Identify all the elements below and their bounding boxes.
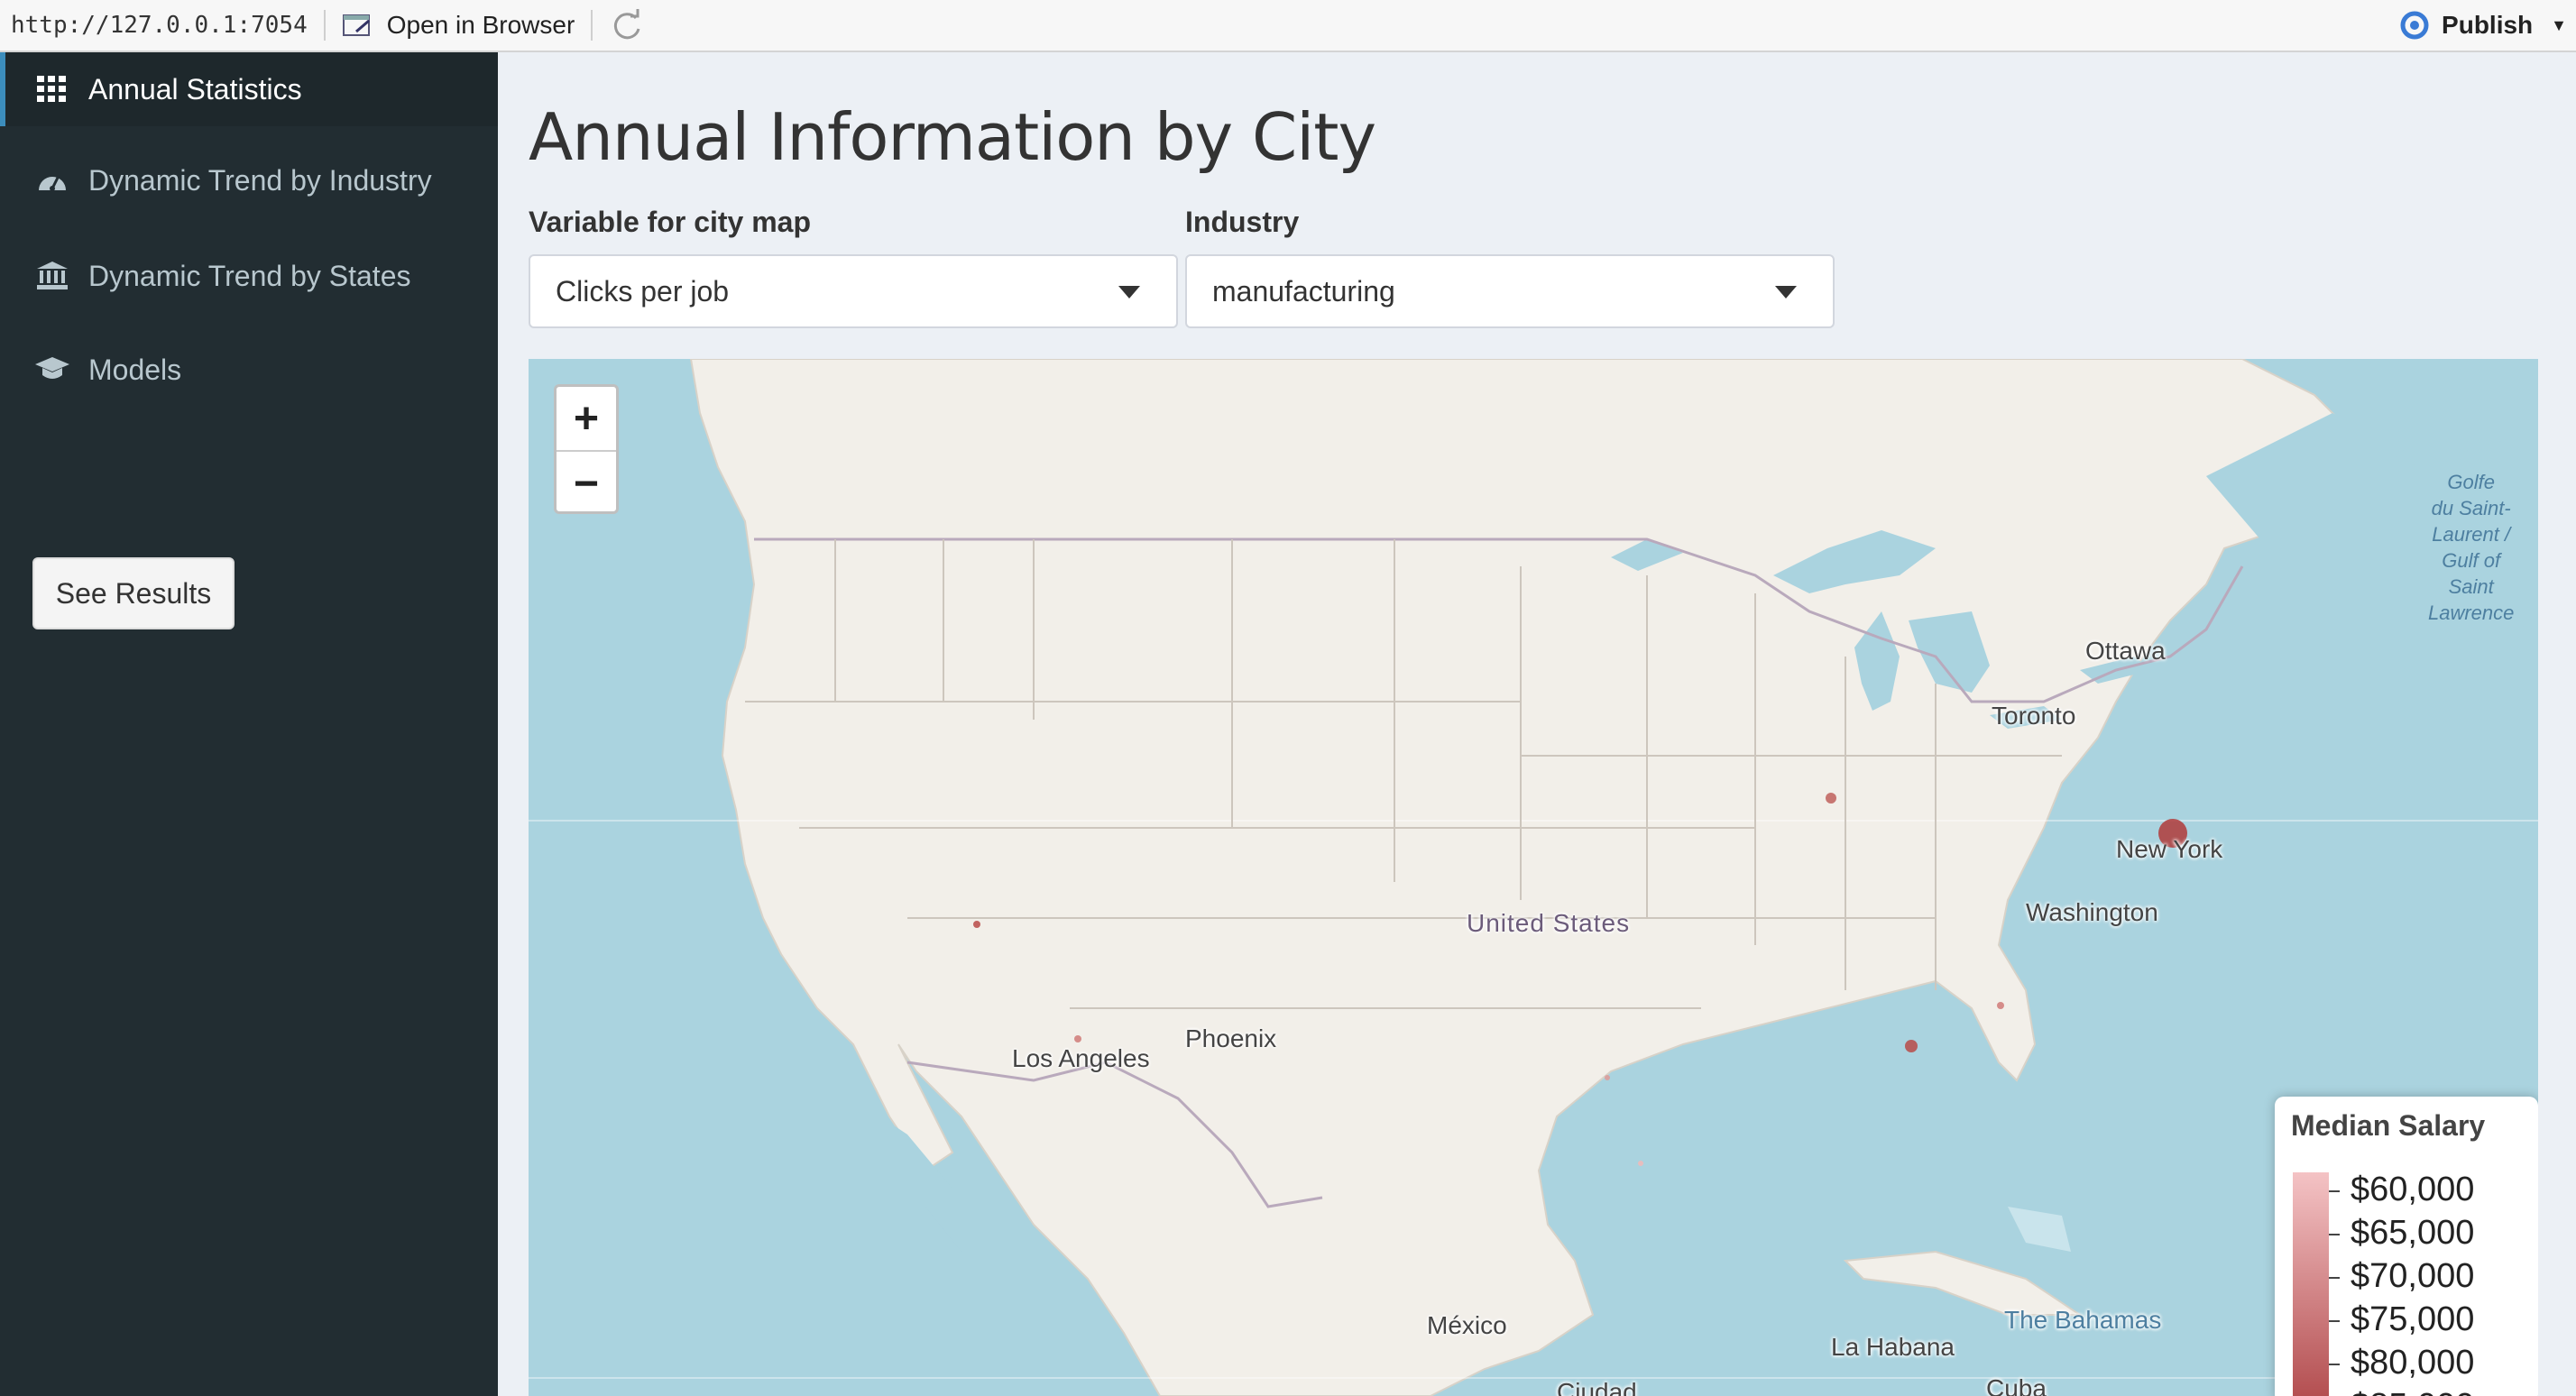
graduation-cap-icon: [34, 352, 70, 388]
marker-los-angeles: [1074, 1035, 1081, 1042]
legend-value: $60,000: [2351, 1171, 2475, 1208]
map-label-ciudad: Ciudad: [1557, 1378, 1637, 1396]
map-label-toronto: Toronto: [1992, 702, 2076, 730]
bank-icon: [34, 258, 70, 294]
city-map[interactable]: + − Golfe du Saint- Laurent / Gulf of Sa…: [529, 359, 2538, 1396]
grid-icon: [34, 71, 70, 107]
legend-tick: [2329, 1277, 2340, 1279]
sidebar-item-label: Models: [88, 353, 182, 386]
legend-value: $85,000: [2351, 1387, 2474, 1396]
open-browser-icon: [342, 14, 370, 36]
industry-select-value: manufacturing: [1212, 274, 1395, 308]
map-label-mexico: México: [1427, 1311, 1507, 1339]
sidebar-item-dynamic-trend-states[interactable]: Dynamic Trend by States: [0, 233, 498, 319]
toolbar-divider: [323, 10, 326, 41]
map-label-new-york: New York: [2116, 835, 2223, 863]
map-label-la-habana: La Habana: [1831, 1333, 1955, 1361]
map-label-united-states: United States: [1467, 909, 1631, 937]
open-in-browser-label: Open in Browser: [386, 11, 575, 39]
legend-tick: [2329, 1364, 2340, 1365]
map-label-phoenix: Phoenix: [1185, 1024, 1277, 1052]
marker-dallas: [1605, 1075, 1610, 1080]
map-label-washington: Washington: [2026, 898, 2158, 926]
marker-san-francisco: [973, 921, 980, 928]
sidebar-item-dynamic-trend-industry[interactable]: Dynamic Trend by Industry: [0, 137, 498, 224]
marker-houston: [1638, 1161, 1643, 1166]
sidebar: Annual Statistics Dynamic Trend by Indus…: [0, 52, 498, 1396]
open-in-browser-button[interactable]: Open in Browser: [342, 11, 575, 40]
legend-title: Median Salary: [2291, 1109, 2486, 1142]
page-title: Annual Information by City: [529, 99, 1376, 175]
variable-label: Variable for city map: [529, 206, 812, 238]
see-results-button[interactable]: See Results: [32, 557, 235, 629]
marker-atlanta: [1905, 1040, 1918, 1052]
publish-label: Publish: [2442, 11, 2534, 39]
industry-select[interactable]: manufacturing: [1185, 254, 1835, 328]
map-label-ottawa: Ottawa: [2085, 637, 2166, 665]
city-markers: [973, 793, 2187, 1166]
refresh-icon[interactable]: [609, 7, 645, 43]
legend-color-bar: [2293, 1172, 2329, 1396]
legend-value: $65,000: [2351, 1214, 2475, 1252]
variable-select-value: Clicks per job: [556, 274, 730, 308]
map-label-bahamas: The Bahamas: [2004, 1306, 2162, 1334]
marker-chicago: [1826, 793, 1836, 804]
sidebar-item-label: Dynamic Trend by Industry: [88, 163, 432, 197]
legend-tick: [2329, 1320, 2340, 1322]
chevron-down-icon[interactable]: ▼: [2551, 16, 2567, 35]
legend-tick: [2329, 1190, 2340, 1192]
zoom-out-button[interactable]: −: [557, 450, 616, 515]
marker-charlotte: [1997, 1002, 2004, 1009]
legend-value: $70,000: [2351, 1257, 2475, 1295]
dashboard-icon: [34, 162, 70, 198]
industry-label: Industry: [1185, 206, 1300, 238]
caret-down-icon: [1775, 286, 1797, 298]
legend-tick: [2329, 1234, 2340, 1235]
sidebar-item-label: Annual Statistics: [88, 72, 302, 106]
toolbar-divider: [591, 10, 593, 41]
zoom-control: + −: [554, 384, 619, 514]
legend-value: $80,000: [2351, 1344, 2475, 1382]
variable-select[interactable]: Clicks per job: [529, 254, 1178, 328]
sidebar-item-models[interactable]: Models: [0, 326, 498, 413]
gulf-saint-lawrence-label: Golfe du Saint- Laurent / Gulf of Saint …: [2428, 471, 2515, 624]
publish-button[interactable]: Publish ▼: [2397, 0, 2567, 51]
publish-icon: [2400, 11, 2429, 40]
sidebar-item-label: Dynamic Trend by States: [88, 259, 411, 292]
median-salary-legend: Median Salary $60,000 $65,000 $70,000 $7…: [2275, 1097, 2538, 1396]
browser-toolbar: http://127.0.0.1:7054 Open in Browser Pu…: [0, 0, 2576, 52]
map-label-los-angeles: Los Angeles: [1012, 1044, 1150, 1072]
legend-value: $75,000: [2351, 1300, 2475, 1338]
url-text: http://127.0.0.1:7054: [11, 12, 308, 39]
zoom-in-button[interactable]: +: [557, 387, 616, 450]
caret-down-icon: [1118, 286, 1140, 298]
map-label-cuba: Cuba: [1986, 1374, 2047, 1396]
sidebar-item-annual-statistics[interactable]: Annual Statistics: [0, 52, 498, 126]
